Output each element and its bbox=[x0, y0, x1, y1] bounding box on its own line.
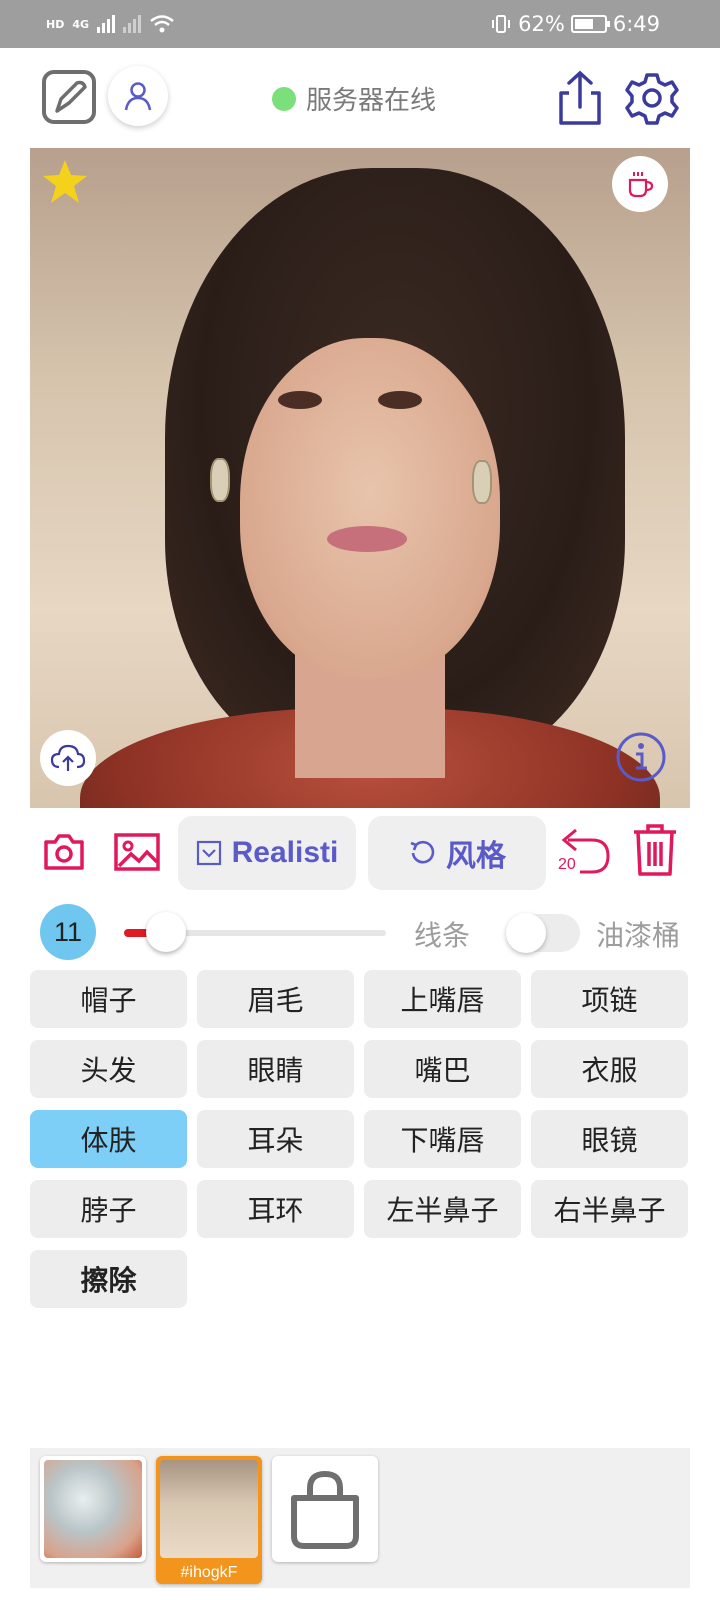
part-button[interactable]: 右半鼻子 bbox=[531, 1180, 688, 1238]
part-button[interactable]: 下嘴唇 bbox=[364, 1110, 521, 1168]
portrait-left-earring bbox=[210, 458, 230, 502]
part-button[interactable]: 衣服 bbox=[531, 1040, 688, 1098]
shop-button[interactable] bbox=[272, 1456, 378, 1562]
signal-icon bbox=[97, 15, 116, 33]
style-button[interactable]: 风格 bbox=[368, 816, 546, 890]
thumbnail-tag: #ihogkF bbox=[180, 1564, 238, 1581]
portrait-left-eye bbox=[278, 391, 322, 409]
history-tray: #ihogkF bbox=[30, 1448, 690, 1588]
user-icon bbox=[124, 82, 152, 111]
part-button[interactable]: 上嘴唇 bbox=[364, 970, 521, 1028]
status-left: HD 4G bbox=[46, 6, 175, 42]
info-button[interactable] bbox=[614, 730, 668, 784]
part-button[interactable]: 眉毛 bbox=[197, 970, 354, 1028]
status-right: 62% 6:49 bbox=[490, 0, 660, 48]
gallery-button[interactable] bbox=[112, 828, 162, 876]
image-icon bbox=[114, 833, 160, 871]
part-button[interactable]: 左半鼻子 bbox=[364, 1180, 521, 1238]
portrait-right-earring bbox=[472, 460, 492, 504]
part-button[interactable]: 体肤 bbox=[30, 1110, 187, 1168]
history-thumbnail[interactable] bbox=[40, 1456, 146, 1562]
model-select-label: Realisti bbox=[231, 836, 339, 869]
settings-button[interactable] bbox=[624, 68, 680, 128]
battery-percent: 62% bbox=[518, 12, 565, 36]
action-toolbar: Realisti 风格 20 bbox=[0, 808, 720, 892]
history-thumbnail-selected[interactable]: #ihogkF bbox=[156, 1456, 262, 1584]
server-status: 服务器在线 bbox=[272, 80, 436, 117]
parts-grid: 帽子 眉毛 上嘴唇 项链头发 眼睛 嘴巴 衣服体肤 耳朵 下嘴唇 眼镜脖子 耳环 左半鼻子 右半鼻子擦除 bbox=[30, 970, 690, 1308]
star-icon[interactable] bbox=[40, 158, 90, 206]
trash-icon bbox=[634, 824, 676, 876]
vibrate-icon bbox=[492, 15, 511, 33]
share-icon bbox=[559, 70, 601, 125]
bucket-toggle[interactable] bbox=[506, 913, 580, 953]
delete-button[interactable] bbox=[628, 820, 682, 880]
part-button[interactable]: 耳环 bbox=[197, 1180, 354, 1238]
portrait-face bbox=[240, 338, 500, 678]
toggle-knob bbox=[506, 913, 546, 953]
style-label: 风格 bbox=[446, 840, 506, 873]
edit-square-icon bbox=[42, 70, 96, 124]
account-button[interactable] bbox=[108, 66, 168, 126]
dropdown-box-icon bbox=[196, 840, 221, 866]
wifi-icon bbox=[150, 15, 174, 33]
battery-icon bbox=[570, 15, 610, 33]
shopping-bag-icon bbox=[291, 1470, 359, 1549]
cellular-type-label: 4G bbox=[72, 17, 90, 31]
network-type-label: HD bbox=[46, 17, 65, 31]
top-bar: 服务器在线 bbox=[0, 48, 720, 148]
share-button[interactable] bbox=[554, 68, 606, 128]
brush-size-badge: 11 bbox=[40, 904, 96, 960]
clock: 6:49 bbox=[612, 12, 660, 36]
info-icon bbox=[616, 732, 666, 782]
coffee-icon bbox=[628, 172, 654, 198]
server-status-label: 服务器在线 bbox=[306, 86, 437, 116]
part-button[interactable]: 擦除 bbox=[30, 1250, 187, 1308]
part-button[interactable]: 帽子 bbox=[30, 970, 187, 1028]
upload-cloud-icon bbox=[50, 744, 86, 771]
part-button[interactable]: 耳朵 bbox=[197, 1110, 354, 1168]
part-button[interactable]: 眼镜 bbox=[531, 1110, 688, 1168]
coffee-button[interactable] bbox=[612, 156, 668, 212]
part-button[interactable]: 项链 bbox=[531, 970, 688, 1028]
line-mode-label: 线条 bbox=[414, 919, 471, 952]
rotate-icon bbox=[410, 840, 435, 864]
bucket-mode-label: 油漆桶 bbox=[596, 919, 681, 952]
thumbnail-image bbox=[160, 1460, 258, 1558]
part-button[interactable]: 脖子 bbox=[30, 1180, 187, 1238]
undo-count: 20 bbox=[558, 856, 576, 873]
brush-controls: 11 线条 油漆桶 bbox=[0, 892, 720, 962]
status-dot bbox=[272, 86, 296, 111]
sketch-mode-button[interactable] bbox=[40, 68, 98, 126]
portrait-canvas[interactable] bbox=[30, 148, 690, 808]
undo-button[interactable]: 20 bbox=[556, 822, 612, 880]
status-bar: HD 4G 62% 6:49 bbox=[0, 0, 720, 48]
portrait-right-eye bbox=[378, 391, 422, 409]
part-button[interactable]: 眼睛 bbox=[197, 1040, 354, 1098]
part-button[interactable]: 头发 bbox=[30, 1040, 187, 1098]
part-button[interactable]: 嘴巴 bbox=[364, 1040, 521, 1098]
portrait-lips bbox=[327, 526, 407, 552]
gear-icon bbox=[625, 73, 679, 125]
model-select-button[interactable]: Realisti bbox=[178, 816, 356, 890]
signal-secondary-icon bbox=[123, 15, 142, 33]
slider-thumb[interactable] bbox=[146, 912, 186, 952]
thumbnail-image bbox=[44, 1460, 142, 1558]
camera-icon bbox=[44, 834, 84, 870]
upload-button[interactable] bbox=[40, 730, 96, 786]
camera-button[interactable] bbox=[40, 828, 88, 876]
